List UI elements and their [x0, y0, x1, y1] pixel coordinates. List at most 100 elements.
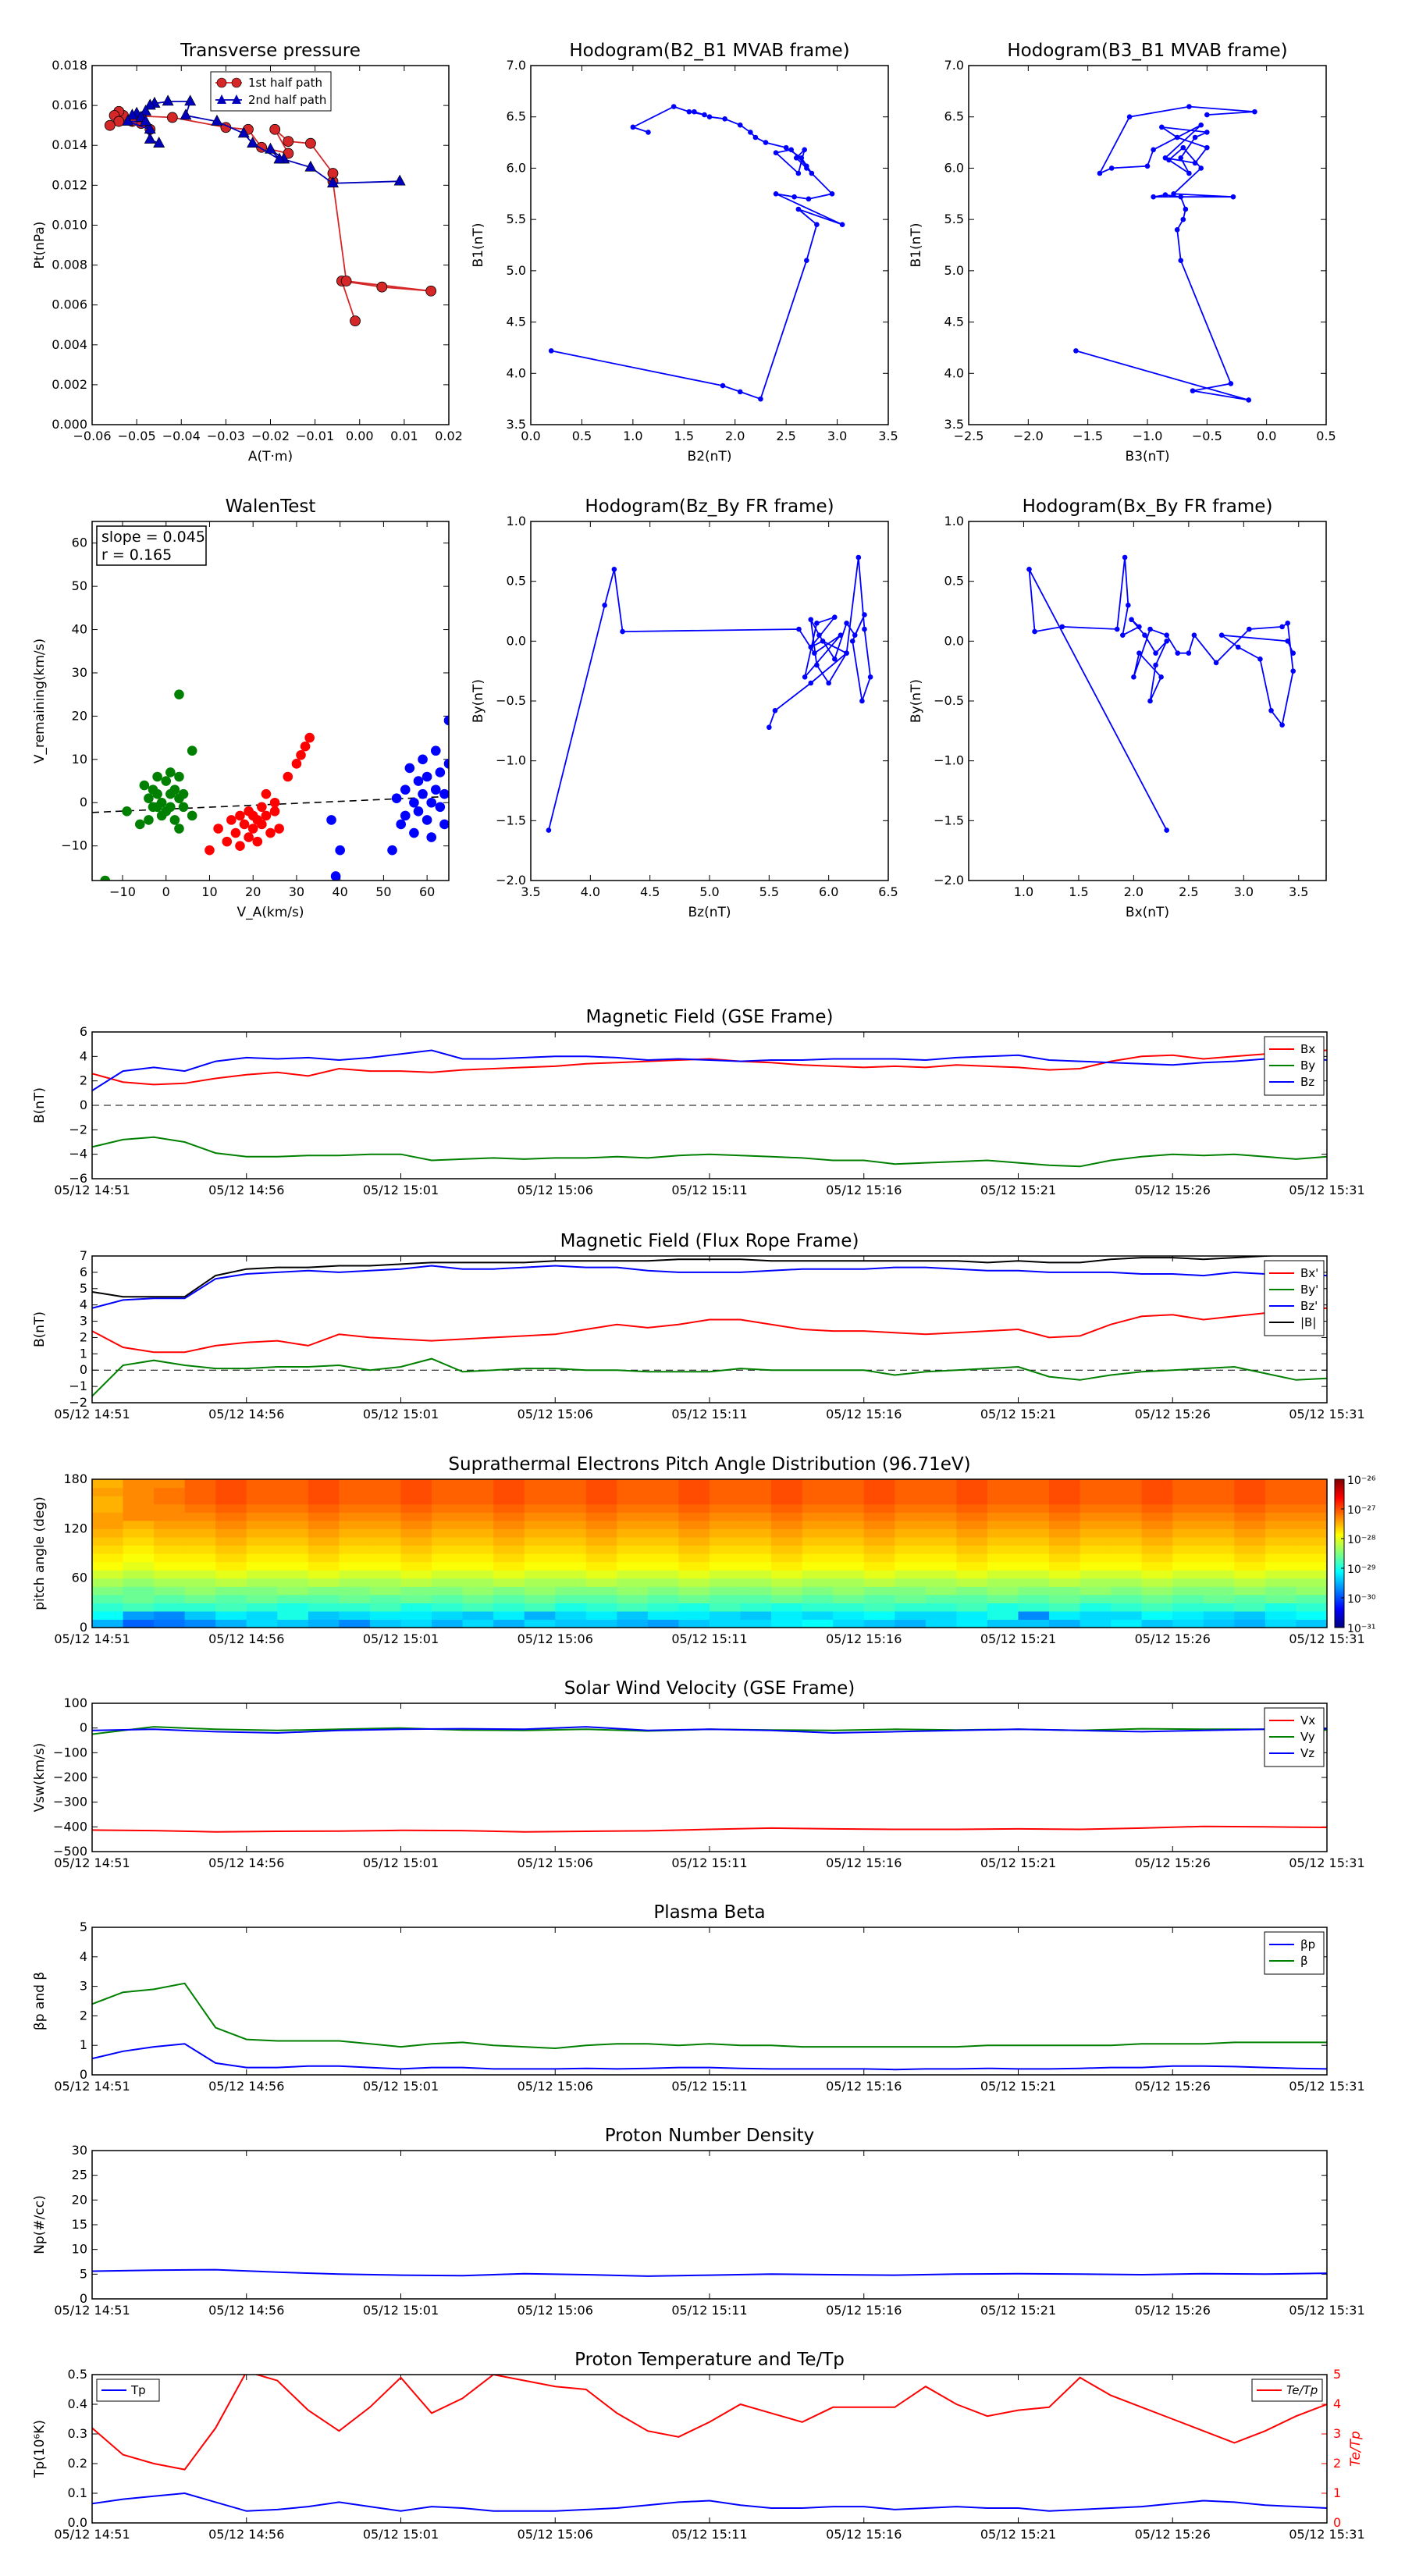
x-tick-label: 05/12 15:26	[1135, 1183, 1211, 1197]
heatmap-cell	[493, 1545, 525, 1554]
data-point	[1191, 632, 1197, 638]
x-tick-label: 05/12 15:16	[826, 2079, 902, 2094]
heatmap-cell	[1234, 1520, 1266, 1529]
heatmap-cell	[802, 1561, 834, 1571]
heatmap-cell	[1018, 1479, 1050, 1489]
heatmap-cell	[524, 1503, 556, 1513]
heatmap-cell	[400, 1503, 432, 1513]
heatmap-cell	[1141, 1570, 1173, 1579]
y-tick-label: 6.5	[507, 109, 526, 124]
series-line-0	[92, 2268, 1327, 2277]
heatmap-cell	[740, 1603, 772, 1612]
data-point	[400, 810, 411, 821]
heatmap-cell	[1049, 1586, 1081, 1596]
heatmap-cell	[123, 1503, 155, 1513]
heatmap-cell	[987, 1610, 1019, 1621]
x-tick-label: −0.5	[1192, 429, 1222, 443]
x-tick-label: 05/12 14:56	[208, 2303, 284, 2318]
heatmap-cell	[925, 1536, 957, 1546]
heatmap-cell	[617, 1578, 649, 1587]
heatmap-cell	[1264, 1528, 1297, 1538]
heatmap-cell	[92, 1594, 124, 1603]
heatmap-cell	[710, 1561, 742, 1571]
data-point	[1158, 674, 1164, 680]
heatmap-cell	[925, 1553, 957, 1563]
heatmap-cell	[987, 1586, 1019, 1596]
heatmap-cell	[339, 1594, 371, 1603]
heatmap-cell	[92, 1479, 124, 1489]
heatmap-cell	[678, 1528, 710, 1538]
heatmap-cell	[1172, 1545, 1204, 1554]
x-tick-label: 3.0	[1234, 884, 1254, 899]
heatmap-cell	[154, 1610, 186, 1621]
data-point	[296, 749, 306, 760]
heatmap-cell	[1296, 1520, 1328, 1529]
y-tick-label: 4	[80, 1297, 87, 1312]
data-point	[1279, 624, 1285, 630]
heatmap-cell	[1172, 1512, 1204, 1521]
heatmap-cell	[925, 1503, 957, 1513]
y-tick-label: 3	[80, 1979, 87, 1994]
heatmap-cell	[184, 1561, 216, 1571]
heatmap-cell	[184, 1496, 216, 1505]
x-tick-label: −1.5	[1072, 429, 1103, 443]
heatmap-cell	[277, 1578, 309, 1587]
data-point	[1097, 170, 1103, 176]
heatmap-cell	[555, 1603, 587, 1612]
heatmap-cell	[710, 1553, 742, 1563]
heatmap-cell	[647, 1496, 680, 1505]
plot-area	[92, 1256, 1327, 1397]
heatmap-cell	[493, 1603, 525, 1612]
data-point	[166, 112, 178, 123]
heatmap-cell	[432, 1545, 464, 1554]
y-tick-label: 30	[72, 665, 87, 680]
heatmap-cell	[1296, 1610, 1328, 1621]
heatmap-cell	[1080, 1553, 1112, 1563]
heatmap-cell	[123, 1578, 155, 1587]
heatmap-cell	[400, 1586, 432, 1596]
x-tick-label: 05/12 15:11	[671, 2527, 747, 2542]
x-tick-label: 05/12 15:11	[671, 2079, 747, 2094]
data-point	[426, 797, 437, 808]
data-point	[257, 802, 267, 813]
legend-label: Te/Tp	[1286, 2383, 1318, 2397]
heatmap-cell	[740, 1610, 772, 1621]
heatmap-cell	[1049, 1520, 1081, 1529]
heatmap-cell	[92, 1512, 124, 1521]
heatmap-cell	[123, 1561, 155, 1571]
heatmap-cell	[369, 1503, 402, 1513]
x-tick-label: −0.01	[296, 429, 334, 443]
heatmap-cell	[154, 1553, 186, 1563]
data-point	[855, 554, 862, 560]
data-point	[1228, 381, 1234, 386]
data-point	[265, 827, 276, 838]
heatmap-cell	[678, 1512, 710, 1521]
heatmap-cell	[524, 1561, 556, 1571]
heatmap-cell	[184, 1570, 216, 1579]
data-point	[122, 806, 132, 817]
data-point	[1131, 674, 1136, 680]
heatmap-cell	[647, 1578, 680, 1587]
y-tick-label: 0.2	[68, 2456, 87, 2471]
heatmap-cell	[1203, 1520, 1235, 1529]
data-point	[814, 621, 820, 626]
heatmap-cell	[339, 1512, 371, 1521]
heatmap-cell	[308, 1528, 340, 1538]
heatmap-cell	[277, 1496, 309, 1505]
heatmap-cell	[246, 1528, 278, 1538]
y-tick-label: 5.5	[944, 212, 964, 226]
heatmap-cell	[215, 1603, 247, 1612]
plot-area	[92, 2268, 1327, 2277]
chart-title: WalenTest	[226, 496, 316, 517]
chart-title: Hodogram(B2_B1 MVAB frame)	[569, 41, 849, 61]
data-point	[1122, 554, 1128, 560]
heatmap-cell	[1172, 1479, 1204, 1489]
heatmap-cell	[617, 1503, 649, 1513]
heatmap-cell	[1080, 1619, 1112, 1628]
heatmap-cell	[987, 1578, 1019, 1587]
heatmap-cell	[771, 1520, 803, 1529]
heatmap-cell	[617, 1594, 649, 1603]
data-point	[844, 621, 849, 626]
heatmap-cell	[92, 1553, 124, 1563]
heatmap-cell	[154, 1570, 186, 1579]
